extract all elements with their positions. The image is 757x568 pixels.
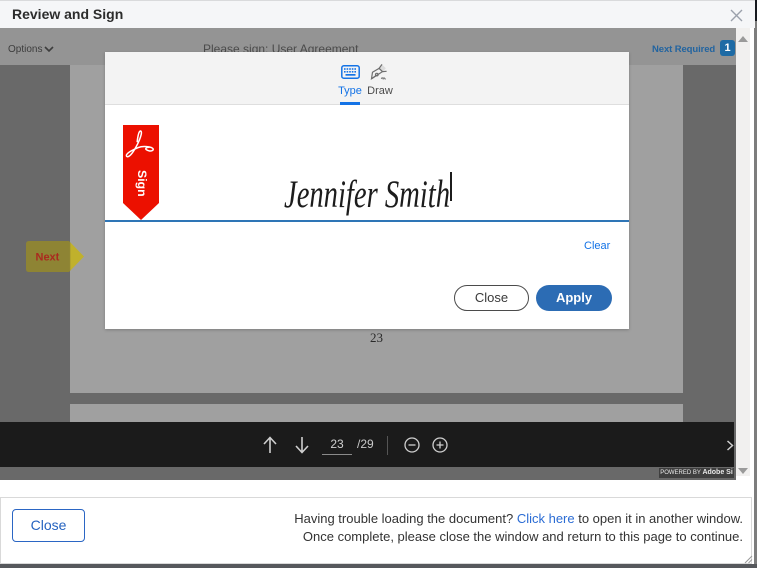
svg-text:Sign: Sign [135,170,149,197]
svg-text:Next: Next [36,252,60,264]
svg-text:Jennifer Smith: Jennifer Smith [284,173,450,216]
